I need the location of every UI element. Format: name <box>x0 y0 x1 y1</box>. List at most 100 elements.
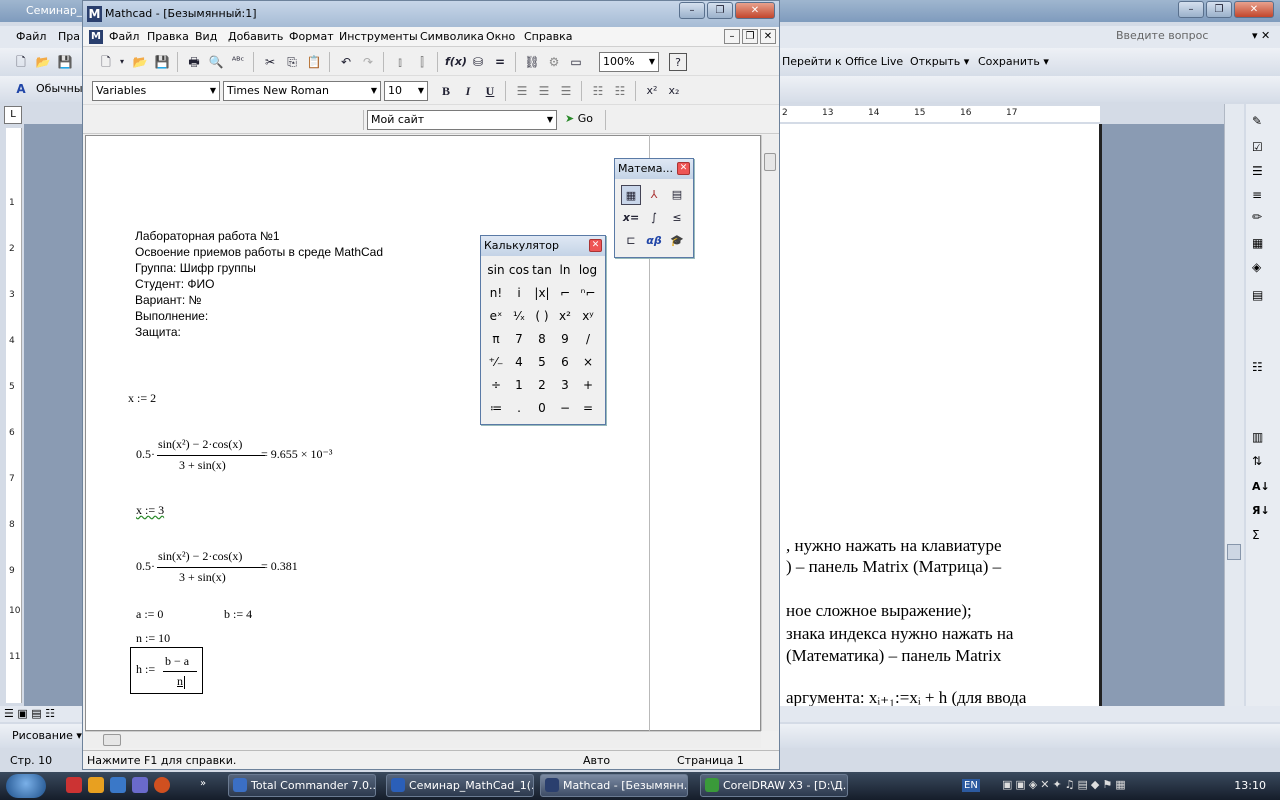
text-region-title[interactable]: Лабораторная работа №1 <box>135 229 280 243</box>
math-denominator[interactable]: 3 + sin(x) <box>179 570 226 585</box>
doc-minimize-icon[interactable]: – <box>724 29 740 44</box>
close-icon[interactable]: ✕ <box>589 239 602 252</box>
lines-icon[interactable]: ☰ <box>1252 164 1263 178</box>
help-icon[interactable]: ? <box>669 53 687 71</box>
font-size-select[interactable]: 10 ▼ <box>384 81 428 101</box>
calculator-key[interactable]: ln <box>554 260 576 280</box>
math-x-assign-1[interactable]: x := 2 <box>128 391 156 406</box>
calculator-key[interactable]: ⌐ <box>554 283 576 303</box>
calculate-icon[interactable]: = <box>491 53 509 71</box>
site-select[interactable]: Мой сайт ▼ <box>367 110 557 130</box>
doc-restore-icon[interactable]: ❐ <box>742 29 758 44</box>
styles-icon[interactable]: A <box>12 80 30 98</box>
word-ask-close-icon[interactable]: ▾ ✕ <box>1252 29 1270 42</box>
math-n-assign[interactable]: n := 10 <box>136 631 170 646</box>
minimize-icon[interactable]: – <box>679 2 705 19</box>
calculator-key[interactable]: + <box>577 375 599 395</box>
fill-icon[interactable]: ◈ <box>1252 260 1261 274</box>
text-region-defense[interactable]: Защита: <box>135 325 181 339</box>
text-region-execution[interactable]: Выполнение: <box>135 309 208 323</box>
spell-check-icon[interactable]: ᴬᴮᶜ <box>229 53 247 71</box>
doc-icon[interactable]: M <box>89 30 103 44</box>
taskbar-task[interactable]: Total Commander 7.0... <box>228 774 376 797</box>
align-left-icon[interactable]: ☰ <box>513 82 531 100</box>
taskbar-task[interactable]: CorelDRAW X3 - [D:\Д... <box>700 774 848 797</box>
sort-icon[interactable]: ⇅ <box>1252 454 1262 468</box>
align-across-icon[interactable]: ⫾ <box>391 53 409 71</box>
calculator-key[interactable]: / <box>577 329 599 349</box>
graph-toolbar-icon[interactable]: ⅄ <box>644 185 664 205</box>
math-h-denominator[interactable]: n <box>177 674 183 689</box>
resource-center-icon[interactable]: ▭ <box>567 53 585 71</box>
quicklaunch-media-icon[interactable] <box>88 777 104 793</box>
quicklaunch-opera-icon[interactable] <box>66 777 82 793</box>
calculator-key[interactable]: eˣ <box>485 306 507 326</box>
calculator-key[interactable]: 5 <box>531 352 553 372</box>
insert-unit-icon[interactable]: ⛁ <box>469 53 487 71</box>
cut-icon[interactable]: ✂ <box>261 53 279 71</box>
calculator-key[interactable]: 6 <box>554 352 576 372</box>
bullets-icon[interactable]: ☷ <box>589 82 607 100</box>
calculator-key[interactable]: i <box>508 283 530 303</box>
text-region-variant[interactable]: Вариант: № <box>135 293 201 307</box>
maximize-icon[interactable]: ❐ <box>1206 1 1232 18</box>
calculator-key[interactable]: log <box>577 260 599 280</box>
symbolic-toolbar-icon[interactable]: 🎓 <box>667 231 687 251</box>
undo-icon[interactable]: ↶ <box>337 53 355 71</box>
calculator-key[interactable]: ( ) <box>531 306 553 326</box>
matrix-toolbar-icon[interactable]: ▤ <box>667 185 687 205</box>
calculator-key[interactable]: ⁿ⌐ <box>577 283 599 303</box>
redo-icon[interactable]: ↷ <box>359 53 377 71</box>
insert-hyperlink-icon[interactable]: ⛓ <box>523 53 541 71</box>
quicklaunch-switch-icon[interactable] <box>132 777 148 793</box>
math-h-lhs[interactable]: h := <box>136 662 155 677</box>
worksheet-hscroll[interactable] <box>85 731 761 748</box>
edit-icon[interactable]: ✎ <box>1252 114 1262 128</box>
calculator-key[interactable]: . <box>508 398 530 418</box>
doc-close-icon[interactable]: ✕ <box>760 29 776 44</box>
style-select[interactable]: Variables ▼ <box>92 81 220 101</box>
sort-desc-icon[interactable]: Я↓ <box>1252 504 1270 517</box>
superscript-icon[interactable]: x² <box>643 82 661 100</box>
calculator-key[interactable]: 3 <box>554 375 576 395</box>
calculator-key[interactable]: ÷ <box>485 375 507 395</box>
numbering-icon[interactable]: ☷ <box>611 82 629 100</box>
menu-edit[interactable]: Правка <box>147 30 189 43</box>
copy-icon[interactable]: ⎘ <box>283 53 301 71</box>
math-coefficient[interactable]: 0.5· <box>136 447 155 462</box>
tray-icons[interactable]: ▣▣◈✕✦♫▤◆⚑▦ <box>1002 778 1129 791</box>
menu-help[interactable]: Справка <box>524 30 572 43</box>
open-icon[interactable]: 📂 <box>34 53 52 71</box>
zoom-select[interactable]: 100% ▼ <box>599 52 659 72</box>
underline-icon[interactable]: U <box>481 82 499 100</box>
worksheet-vscroll[interactable] <box>761 135 778 731</box>
quicklaunch-more-icon[interactable]: » <box>200 778 206 789</box>
text-region-student[interactable]: Студент: ФИО <box>135 277 214 291</box>
calculator-key[interactable]: x² <box>554 306 576 326</box>
menu-file[interactable]: Файл <box>109 30 139 43</box>
insert-function-icon[interactable]: f(x) <box>445 53 467 71</box>
save-icon[interactable]: 💾 <box>56 53 74 71</box>
tab-stop-selector[interactable]: L <box>4 106 22 124</box>
calculator-key[interactable]: 8 <box>531 329 553 349</box>
calculator-key[interactable]: |x| <box>531 283 553 303</box>
taskbar-task[interactable]: Семинар_MathCad_1(... <box>386 774 534 797</box>
math-numerator[interactable]: sin(x²) − 2·cos(x) <box>158 437 242 452</box>
checklist-icon[interactable]: ☑ <box>1252 140 1263 154</box>
menu-insert[interactable]: Добавить <box>228 30 283 43</box>
close-icon[interactable]: ✕ <box>677 162 690 175</box>
pen-color-icon[interactable]: ✏ <box>1252 210 1262 224</box>
font-select[interactable]: Times New Roman ▼ <box>223 81 381 101</box>
line-weight-icon[interactable]: ≡ <box>1252 188 1262 202</box>
calculus-toolbar-icon[interactable]: ∫ <box>644 208 664 228</box>
go-button[interactable]: ➤ Go <box>565 112 593 125</box>
word-save-button[interactable]: Сохранить ▾ <box>978 55 1049 68</box>
calculator-key[interactable]: = <box>577 398 599 418</box>
calculator-key[interactable]: tan <box>531 260 553 280</box>
new-doc-icon[interactable]: 🗋 <box>12 53 30 71</box>
border-icon[interactable]: ▦ <box>1252 236 1263 250</box>
table-icon[interactable]: ▤ <box>1252 288 1263 302</box>
scroll-thumb[interactable] <box>1227 544 1241 560</box>
word-vscroll[interactable] <box>1224 104 1244 708</box>
word-open-button[interactable]: Открыть ▾ <box>910 55 969 68</box>
